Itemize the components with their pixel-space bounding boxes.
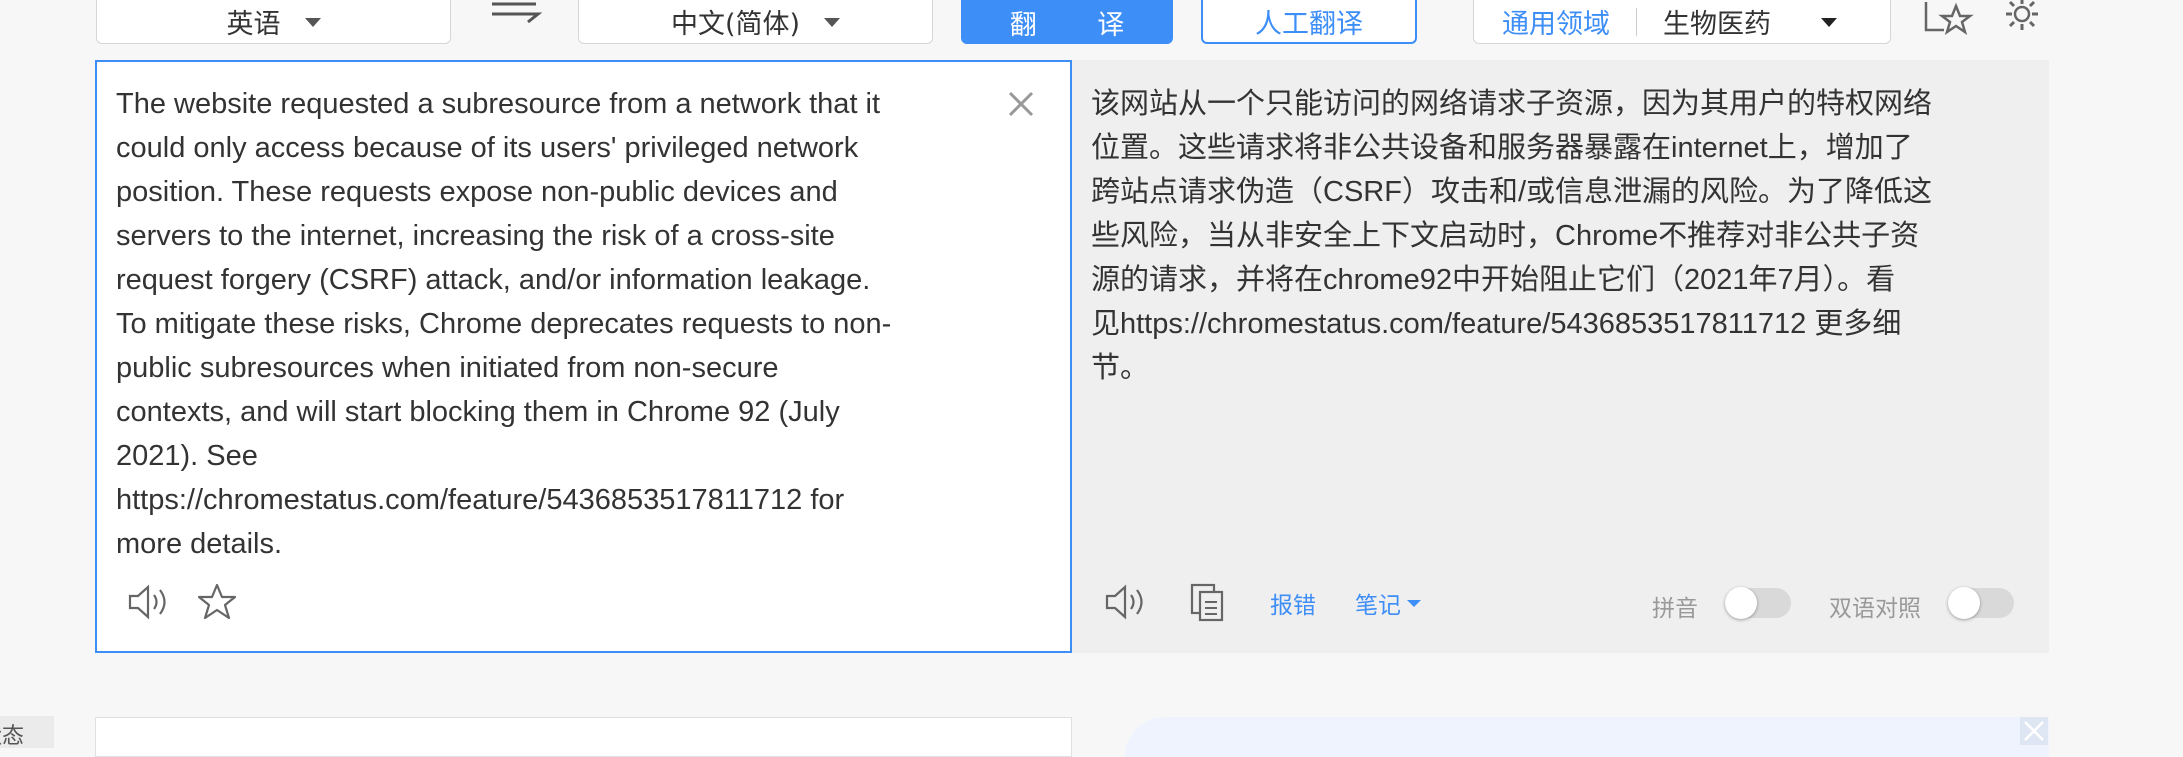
left-edge-tab-label: 状态 <box>0 724 25 748</box>
notes-dropdown[interactable]: 笔记 <box>1355 586 1421 620</box>
pinyin-label: 拼音 <box>1652 596 1698 622</box>
source-text-input[interactable]: The website requested a subresource from… <box>116 82 986 566</box>
favorites-button[interactable] <box>1922 0 1974 36</box>
swap-languages-button[interactable] <box>488 0 543 30</box>
domain-selector[interactable]: 通用领域 生物医药 <box>1473 0 1891 44</box>
source-speak-button[interactable] <box>127 582 171 622</box>
target-language-label: 中文(简体) <box>670 9 801 40</box>
copy-icon <box>1190 583 1224 622</box>
target-speak-button[interactable] <box>1104 582 1148 622</box>
domain-divider <box>1636 7 1637 36</box>
close-icon <box>1008 91 1034 117</box>
source-language-select[interactable]: 英语 <box>96 0 451 44</box>
copy-button[interactable] <box>1188 582 1228 622</box>
source-favorite-button[interactable] <box>196 582 238 622</box>
settings-button[interactable] <box>1998 0 2046 36</box>
chevron-down-icon <box>304 18 321 27</box>
report-error-link[interactable]: 报错 <box>1270 586 1316 620</box>
human-translate-button[interactable]: 人工翻译 <box>1201 0 1417 44</box>
star-folder-icon <box>1924 2 1974 35</box>
translation-output: 该网站从一个只能访问的网络请求子资源，因为其用户的特权网络 位置。这些请求将非公… <box>1091 88 1933 384</box>
star-icon <box>197 583 237 620</box>
close-icon <box>2024 721 2044 741</box>
domain-general-tab[interactable]: 通用领域 <box>1502 2 1610 41</box>
chevron-down-icon <box>1407 599 1421 607</box>
bilingual-toggle[interactable] <box>1948 587 2014 619</box>
speaker-icon <box>1105 584 1143 620</box>
bilingual-label: 双语对照 <box>1829 596 1921 622</box>
domain-selected-label[interactable]: 生物医药 <box>1663 2 1771 41</box>
dictionary-panel <box>95 717 1072 757</box>
chevron-down-icon <box>1821 18 1837 27</box>
target-language-select[interactable]: 中文(简体) <box>578 0 933 44</box>
close-banner-button[interactable] <box>2020 717 2048 745</box>
translate-button[interactable]: 翻 译 <box>961 0 1173 44</box>
swap-icon <box>492 2 543 24</box>
gear-icon <box>2006 0 2038 30</box>
speaker-icon <box>128 584 166 620</box>
ad-banner <box>1125 717 2049 757</box>
chevron-down-icon <box>824 18 841 27</box>
pinyin-toggle[interactable] <box>1725 587 1791 619</box>
clear-source-button[interactable] <box>1006 89 1036 119</box>
source-language-label: 英语 <box>226 9 281 40</box>
notes-label: 笔记 <box>1355 593 1401 619</box>
left-edge-tab[interactable]: 状态 <box>0 716 54 748</box>
